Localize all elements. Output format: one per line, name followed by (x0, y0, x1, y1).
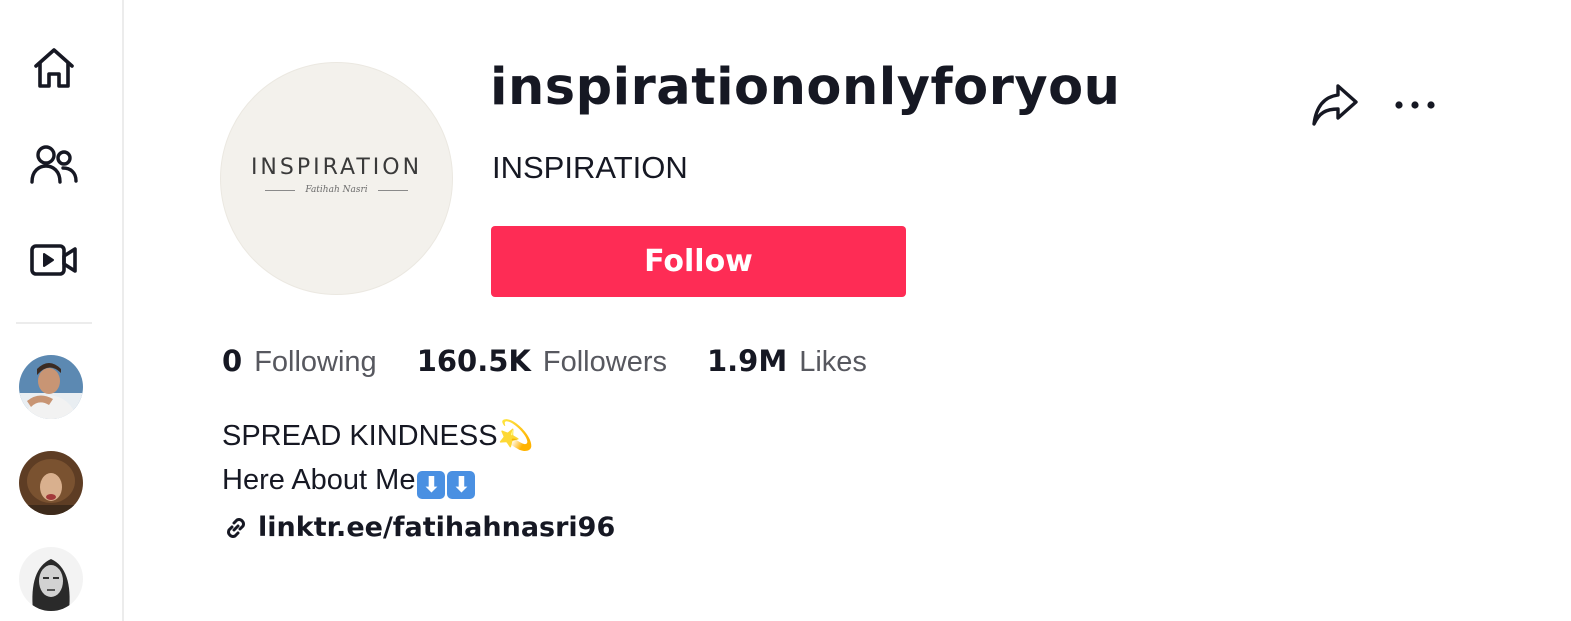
suggested-account-avatar[interactable] (19, 355, 83, 419)
likes-count: 1.9M (706, 344, 788, 378)
share-icon[interactable] (1310, 82, 1360, 133)
live-icon[interactable] (28, 234, 80, 286)
bio-link[interactable]: linktr.ee/fatihahnasri96 (222, 512, 615, 543)
bio-text: Here About Me (222, 464, 416, 496)
username-title: inspirationonlyforyou (490, 58, 1121, 117)
dizzy-emoji-icon: 💫 (497, 420, 534, 452)
suggested-account-avatar[interactable] (19, 547, 83, 611)
nickname: INSPIRATION (492, 150, 688, 185)
profile-avatar: INSPIRATION Fatihah Nasri (220, 62, 453, 295)
profile-page: INSPIRATION Fatihah Nasri inspirationonl… (0, 0, 1571, 621)
link-text[interactable]: linktr.ee/fatihahnasri96 (258, 512, 615, 543)
home-icon[interactable] (28, 42, 80, 94)
likes-stat: 1.9M Likes (707, 344, 867, 379)
following-count: 0 (222, 344, 243, 378)
followers-stat[interactable]: 160.5K Followers (417, 344, 667, 379)
followers-label: Followers (542, 346, 667, 378)
profile-stats: 0 Following 160.5K Followers 1.9M Likes (222, 344, 907, 379)
divider (265, 189, 296, 191)
avatar-signature: Fatihah Nasri (305, 185, 368, 195)
link-icon (227, 517, 245, 538)
more-icon[interactable] (1392, 90, 1438, 125)
bio-line: Here About Me ⬇ ⬇ (222, 458, 534, 502)
following-label: Following (254, 346, 377, 378)
followers-count: 160.5K (416, 344, 531, 378)
down-arrow-emoji-icon: ⬇ (417, 471, 446, 499)
follow-button[interactable]: Follow (491, 226, 906, 297)
avatar-brand-text: INSPIRATION (250, 155, 423, 180)
bio-line: SPREAD KINDNESS💫 (222, 414, 534, 458)
following-stat[interactable]: 0 Following (222, 344, 377, 379)
sidebar-divider (16, 322, 92, 324)
divider (377, 189, 408, 191)
following-icon[interactable] (28, 138, 80, 190)
down-arrow-emoji-icon: ⬇ (447, 471, 476, 499)
bio: SPREAD KINDNESS💫 Here About Me ⬇ ⬇ (222, 414, 534, 502)
sidebar (0, 0, 124, 621)
likes-label: Likes (799, 346, 867, 378)
suggested-account-avatar[interactable] (19, 451, 83, 515)
bio-text: SPREAD KINDNESS (222, 420, 498, 452)
